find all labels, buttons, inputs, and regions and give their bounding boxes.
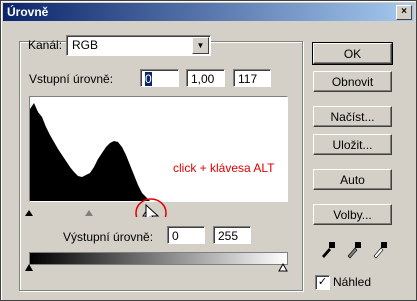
output-white-field[interactable]: 255 — [213, 226, 251, 244]
eyedroppers — [322, 242, 387, 259]
output-white-slider[interactable] — [278, 263, 288, 272]
output-black-slider[interactable] — [25, 264, 33, 271]
preview-checkbox[interactable]: ✓ — [315, 275, 330, 290]
input-sliders[interactable] — [21, 197, 296, 217]
chevron-down-icon[interactable]: ▼ — [192, 37, 209, 54]
levels-dialog: Úrovně × Kanál: RGB ▼ Vstupní úrovně: 0 … — [0, 0, 417, 301]
input-levels-label: Vstupní úrovně: — [29, 72, 114, 86]
mouse-cursor-icon — [145, 203, 160, 217]
channel-value: RGB — [72, 38, 99, 52]
load-button[interactable]: Načíst... — [313, 106, 392, 127]
gamma-slider[interactable] — [85, 210, 93, 216]
channel-label: Kanál: — [28, 38, 63, 52]
output-sliders[interactable] — [21, 263, 296, 273]
options-button[interactable]: Volby... — [313, 204, 392, 225]
ok-button[interactable]: OK — [312, 42, 393, 65]
save-button[interactable]: Uložit... — [313, 134, 392, 155]
input-black-field[interactable]: 0 — [140, 69, 179, 87]
histogram-graph — [30, 103, 150, 201]
preview-label: Náhled — [333, 275, 372, 289]
white-eyedropper-icon[interactable] — [373, 242, 387, 259]
output-black-field[interactable]: 0 — [167, 226, 205, 244]
black-eyedropper-icon[interactable] — [322, 242, 335, 258]
annotation-text: click + klávesa ALT — [173, 161, 275, 175]
histogram — [29, 96, 288, 202]
channel-select[interactable]: RGB ▼ — [66, 35, 211, 56]
input-white-field[interactable]: 117 — [233, 69, 271, 87]
window-title: Úrovně — [7, 5, 49, 19]
title-bar: Úrovně × — [3, 3, 414, 21]
output-levels-label: Výstupní úrovně: — [63, 230, 154, 244]
auto-button[interactable]: Auto — [313, 169, 392, 190]
close-button[interactable]: × — [396, 5, 412, 20]
black-point-slider[interactable] — [25, 210, 33, 216]
input-gamma-field[interactable]: 1,00 — [186, 69, 225, 87]
reset-button[interactable]: Obnovit — [313, 71, 392, 92]
gray-eyedropper-icon[interactable] — [347, 242, 361, 259]
